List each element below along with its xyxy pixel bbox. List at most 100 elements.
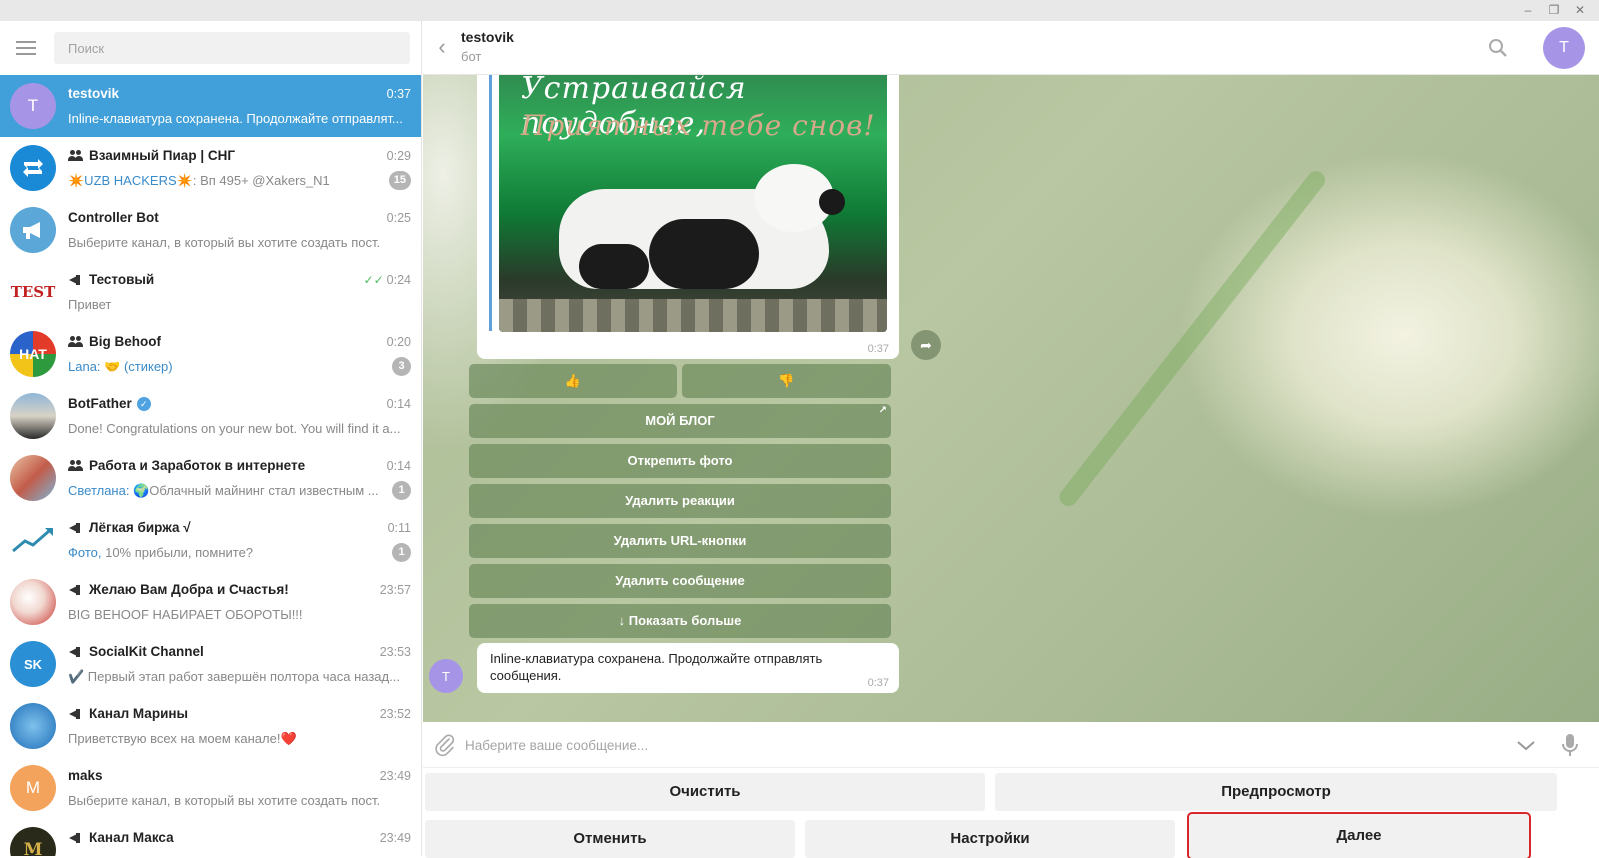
chat-name: SocialKit Channel [68, 644, 204, 659]
chat-name: Big Behoof [68, 334, 161, 349]
chat-item-controller-bot[interactable]: Controller Bot 0:25 Выберите канал, в ко… [0, 199, 421, 261]
chat-preview: Выберите канал, в который вы хотите созд… [68, 793, 381, 808]
chat-time: 23:52 [379, 707, 411, 721]
chat-name: Желаю Вам Добра и Счастья! [68, 582, 289, 597]
show-more-button[interactable]: ↓ Показать больше [469, 604, 891, 638]
avatar: HAT [10, 331, 56, 377]
chat-item-marina-channel[interactable]: Канал Марины 23:52 Приветствую всех на м… [0, 695, 421, 757]
chat-name: Канал Марины [68, 706, 188, 721]
paperclip-icon[interactable] [433, 733, 457, 757]
forward-icon[interactable]: ➦ [911, 330, 941, 360]
chat-item-testovyi[interactable]: TEST Тестовый ✓✓ 0:24 Привет [0, 261, 421, 323]
chat-item-kindness[interactable]: Желаю Вам Добра и Счастья! 23:57 BIG BEH… [0, 571, 421, 633]
chat-panel: ‹ testovik бот T Устраивайся поудобнее, … [423, 21, 1599, 858]
chat-item-testovik[interactable]: T testovik 0:37 Inline-клавиатура сохран… [0, 75, 421, 137]
message-composer [423, 722, 1599, 768]
dislike-button[interactable]: 👎 [682, 364, 891, 398]
avatar: SK [10, 641, 56, 687]
group-icon [68, 149, 84, 162]
microphone-icon[interactable] [1559, 732, 1581, 758]
search-input[interactable] [54, 32, 410, 64]
chat-name: Тестовый [68, 272, 154, 287]
delete-message-button[interactable]: Удалить сообщение [469, 564, 891, 598]
chat-preview: Светлана: 🌍Облачный майнинг стал известн… [68, 483, 379, 498]
message-input[interactable] [465, 730, 1465, 760]
chat-item-easy-exchange[interactable]: Лёгкая биржа √ 0:11 Фото, 10% прибыли, п… [0, 509, 421, 571]
chat-preview: Lana: 🤝 (стикер) [68, 359, 173, 374]
chat-item-mutual-pr[interactable]: Взаимный Пиар | СНГ 0:29 ✴️UZB HACKERS✴️… [0, 137, 421, 199]
group-icon [68, 459, 84, 472]
channel-icon [68, 708, 84, 720]
bot-avatar[interactable]: T [429, 659, 463, 693]
avatar [10, 455, 56, 501]
chat-time: 0:11 [387, 521, 411, 535]
chat-subtitle: бот [461, 49, 482, 64]
chat-name: Лёгкая биржа √ [68, 520, 191, 535]
delete-reactions-button[interactable]: Удалить реакции [469, 484, 891, 518]
reply-bar [489, 75, 492, 331]
panda-leg [579, 244, 649, 289]
chat-time: 0:14 [386, 459, 411, 473]
chat-time: 23:49 [379, 831, 411, 845]
chat-time: 23:53 [379, 645, 411, 659]
chat-time: 0:29 [386, 149, 411, 163]
unread-badge: 15 [388, 171, 411, 190]
double-check-icon: ✓✓ [363, 273, 384, 287]
message-time: 0:37 [867, 677, 889, 689]
chat-title[interactable]: testovik [461, 29, 514, 45]
close-icon[interactable]: ✕ [1569, 2, 1591, 19]
window-title-bar: – ❐ ✕ [0, 0, 1599, 21]
avatar [10, 393, 56, 439]
channel-icon [68, 646, 84, 658]
restore-icon[interactable]: ❐ [1543, 2, 1565, 19]
avatar [10, 579, 56, 625]
chat-item-maks-channel[interactable]: M Канал Макса 23:49 [0, 819, 421, 856]
chat-item-maks[interactable]: M maks 23:49 Выберите канал, в который в… [0, 757, 421, 819]
chat-preview: ✔️ Первый этап работ завершён полтора ча… [68, 669, 400, 684]
chat-time: 0:14 [386, 397, 411, 411]
chat-time: 23:49 [379, 769, 411, 783]
photo-caption-line-2: Приятных тебе снов! [521, 109, 876, 142]
panda-photo[interactable]: Устраивайся поудобнее, Приятных тебе сно… [499, 75, 887, 332]
avatar: T [10, 83, 56, 129]
chat-name: Работа и Заработок в интернете [68, 458, 305, 473]
search-icon[interactable] [1487, 37, 1509, 59]
clear-button[interactable]: Очистить [425, 773, 985, 811]
chevron-down-icon[interactable] [1515, 734, 1537, 756]
chat-item-botfather[interactable]: BotFather ✓ 0:14 Done! Congratulations on… [0, 385, 421, 447]
avatar: TEST [10, 269, 56, 315]
back-arrow-icon[interactable]: ‹ [429, 33, 455, 61]
chat-item-work-online[interactable]: Работа и Заработок в интернете 0:14 Свет… [0, 447, 421, 509]
megaphone-avatar-icon [10, 207, 56, 253]
verified-icon: ✓ [136, 396, 151, 411]
my-blog-button[interactable]: МОЙ БЛОГ ↗ [469, 404, 891, 438]
photo-message[interactable]: Устраивайся поудобнее, Приятных тебе сно… [477, 75, 899, 359]
delete-url-buttons-button[interactable]: Удалить URL-кнопки [469, 524, 891, 558]
chat-preview: Done! Congratulations on your new bot. Y… [68, 421, 401, 436]
text-message[interactable]: Inline-клавиатура сохранена. Продолжайте… [477, 643, 899, 693]
unread-badge: 1 [392, 481, 411, 500]
cancel-button[interactable]: Отменить [425, 820, 795, 858]
panda-ear [819, 189, 845, 215]
chat-item-socialkit[interactable]: SK SocialKit Channel 23:53 ✔️ Первый эта… [0, 633, 421, 695]
channel-icon [68, 832, 84, 844]
chat-preview: Привет [68, 297, 112, 312]
minimize-icon[interactable]: – [1517, 2, 1539, 19]
sidebar-top-bar [0, 21, 421, 75]
channel-icon [68, 522, 84, 534]
background-flower-stem [1055, 167, 1329, 510]
profile-avatar[interactable]: T [1543, 27, 1585, 69]
unpin-photo-button[interactable]: Открепить фото [469, 444, 891, 478]
panda-arm [649, 219, 759, 289]
chat-item-big-behoof[interactable]: HAT Big Behoof 0:20 Lana: 🤝 (стикер) 3 [0, 323, 421, 385]
chat-name: BotFather ✓ [68, 396, 151, 411]
preview-button[interactable]: Предпросмотр [995, 773, 1557, 811]
chat-time: 0:20 [386, 335, 411, 349]
hamburger-menu-icon[interactable] [16, 41, 36, 55]
settings-button[interactable]: Настройки [805, 820, 1175, 858]
next-button[interactable]: Далее [1187, 812, 1531, 858]
chat-name: Канал Макса [68, 830, 174, 845]
message-text: Inline-клавиатура сохранена. Продолжайте… [490, 651, 823, 683]
chat-background: Устраивайся поудобнее, Приятных тебе сно… [423, 75, 1599, 722]
like-button[interactable]: 👍 [469, 364, 677, 398]
